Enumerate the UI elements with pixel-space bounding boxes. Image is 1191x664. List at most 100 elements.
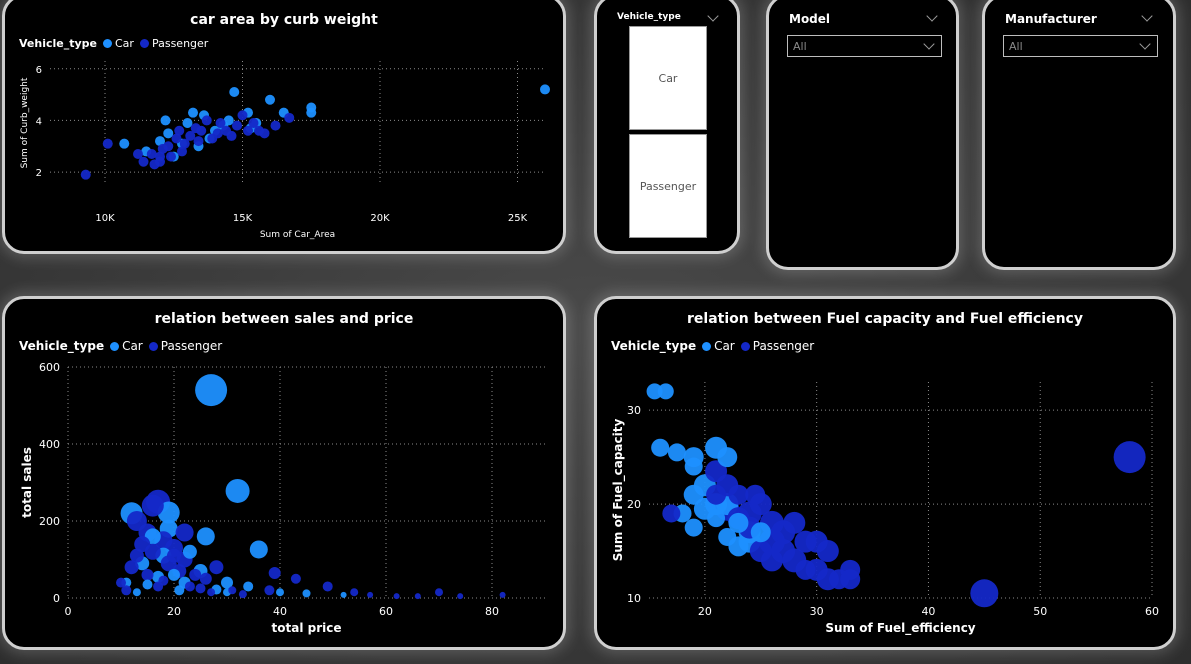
data-point-passenger[interactable] [207,588,216,597]
data-point-passenger[interactable] [795,559,816,580]
data-point-car[interactable] [276,588,284,597]
chevron-down-icon[interactable] [926,10,938,22]
data-point-car[interactable] [718,527,737,546]
data-point-car[interactable] [243,581,254,592]
data-point-passenger[interactable] [662,504,681,523]
data-point-passenger[interactable] [457,593,464,600]
data-point-passenger[interactable] [745,484,766,505]
data-point-passenger[interactable] [196,125,207,136]
data-point-passenger[interactable] [226,130,237,141]
data-point-car[interactable] [174,585,185,596]
data-point-passenger[interactable] [264,585,275,596]
data-point-passenger[interactable] [138,156,149,167]
data-point-car[interactable] [306,107,317,118]
data-point-passenger[interactable] [177,146,187,157]
data-point-passenger[interactable] [270,120,281,131]
data-point-car[interactable] [302,589,311,598]
data-point-passenger[interactable] [184,581,195,592]
data-point-car[interactable] [195,374,228,407]
data-point-car[interactable] [196,527,215,546]
slicer-tile-passenger[interactable]: Passenger [629,134,707,238]
data-point-passenger[interactable] [141,568,154,581]
data-point-car[interactable] [265,94,275,105]
curb-weight-chart-card[interactable]: car area by curb weight Vehicle_type Car… [2,0,566,254]
data-point-passenger[interactable] [141,494,164,517]
data-point-passenger[interactable] [195,583,206,594]
data-point-car[interactable] [119,138,130,149]
chevron-down-icon[interactable] [707,10,719,22]
data-point-passenger[interactable] [167,548,181,563]
sales-price-chart-card[interactable]: relation between sales and price Vehicle… [2,296,566,650]
data-point-passenger[interactable] [163,141,174,152]
data-point-passenger[interactable] [367,591,374,598]
data-point-car[interactable] [684,457,703,476]
data-point-car[interactable] [684,518,703,537]
data-point-passenger[interactable] [393,593,400,600]
data-point-passenger[interactable] [175,523,194,542]
data-point-passenger[interactable] [706,484,727,505]
data-point-car[interactable] [249,540,268,559]
data-point-passenger[interactable] [232,120,242,131]
data-point-passenger[interactable] [840,569,861,590]
data-point-car[interactable] [188,107,198,118]
data-point-passenger[interactable] [259,128,270,139]
data-point-passenger[interactable] [189,568,202,581]
data-point-passenger[interactable] [201,115,212,126]
data-point-passenger[interactable] [144,543,161,560]
data-point-passenger[interactable] [199,572,212,585]
data-point-passenger[interactable] [193,136,204,147]
data-point-car[interactable] [225,478,250,503]
manufacturer-dropdown[interactable]: All [1003,35,1158,57]
data-point-car[interactable] [750,522,771,543]
data-point-passenger[interactable] [322,581,333,592]
data-point-passenger[interactable] [209,560,224,575]
data-point-passenger[interactable] [414,593,421,600]
data-point-passenger[interactable] [284,112,295,123]
data-point-car[interactable] [651,438,670,457]
data-point-car[interactable] [160,115,171,126]
data-point-car[interactable] [182,118,193,128]
data-point-passenger[interactable] [749,540,772,563]
data-point-car[interactable] [229,87,240,97]
data-point-passenger[interactable] [350,588,359,597]
data-point-passenger[interactable] [121,585,132,596]
data-point-passenger[interactable] [166,151,176,162]
data-point-passenger[interactable] [238,590,247,599]
data-point-passenger[interactable] [783,511,806,534]
manufacturer-slicer[interactable]: Manufacturer All [982,0,1176,270]
data-point-passenger[interactable] [970,579,999,608]
data-point-car[interactable] [168,568,180,581]
data-point-car[interactable] [683,484,704,505]
data-point-car[interactable] [707,509,726,528]
data-point-passenger[interactable] [268,566,281,579]
data-point-passenger[interactable] [80,169,91,180]
slicer-tile-car[interactable]: Car [629,26,707,130]
fuel-scatter-plot[interactable]: 10 20 30 20 30 40 50 60 Sum of Fuel_efficiency Su… [597,299,1173,647]
data-point-passenger[interactable] [290,573,301,584]
data-point-passenger[interactable] [102,138,113,149]
data-point-car[interactable] [142,579,153,590]
data-point-passenger[interactable] [129,548,144,563]
data-point-passenger[interactable] [158,575,169,586]
data-point-passenger[interactable] [816,540,839,563]
data-point-passenger[interactable] [228,586,237,595]
data-point-car[interactable] [340,591,347,598]
curb-weight-scatter-plot[interactable]: 2 4 6 10K 15K 20K 25K Sum of Car_Area Sum of Cur… [5,0,563,251]
fuel-chart-card[interactable]: relation between Fuel capacity and Fuel … [594,296,1176,650]
data-point-car[interactable] [657,383,674,400]
chevron-down-icon[interactable] [1141,10,1153,22]
model-slicer[interactable]: Model All [766,0,959,270]
data-point-passenger[interactable] [237,110,248,121]
data-point-passenger[interactable] [499,591,506,598]
model-dropdown[interactable]: All [787,35,942,57]
data-point-passenger[interactable] [155,151,165,162]
data-point-passenger[interactable] [1113,441,1146,474]
data-point-car[interactable] [163,128,174,139]
data-point-car[interactable] [182,544,197,559]
data-point-car[interactable] [540,84,550,95]
sales-price-scatter-plot[interactable]: 0 200 400 600 0 20 40 60 80 total price total sale… [5,299,563,647]
data-point-passenger[interactable] [174,125,185,136]
data-point-passenger[interactable] [435,588,443,597]
data-point-car[interactable] [667,443,686,462]
data-point-car[interactable] [717,447,738,468]
